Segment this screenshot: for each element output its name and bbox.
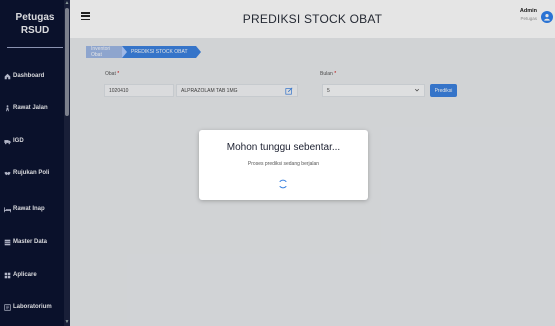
loading-modal: Mohon tunggu sebentar... Proses prediksi… [199,130,368,200]
loading-spinner-icon [279,179,287,189]
modal-subtitle: Proses prediksi sedang berjalan [247,161,320,167]
modal-title: Mohon tunggu sebentar... [226,142,341,153]
